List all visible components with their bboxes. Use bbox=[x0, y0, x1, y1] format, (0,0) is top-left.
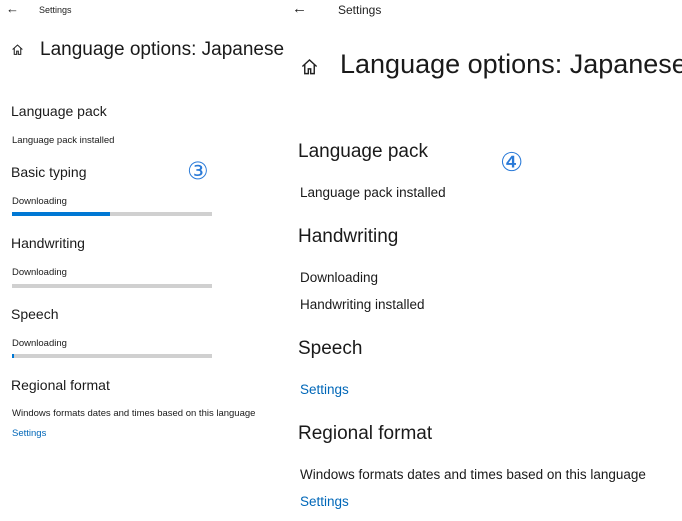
regional-format-description: Windows formats dates and times based on… bbox=[300, 467, 646, 482]
speech-status: Downloading bbox=[12, 338, 67, 349]
regional-format-settings-link[interactable]: Settings bbox=[300, 494, 349, 509]
progress-fill bbox=[12, 354, 14, 358]
progress-fill bbox=[12, 212, 110, 216]
step-marker: ③ bbox=[187, 158, 209, 185]
handwriting-status-installed: Handwriting installed bbox=[300, 297, 425, 312]
handwriting-progress bbox=[12, 284, 212, 288]
language-pack-title: Language pack bbox=[11, 103, 107, 119]
window-title: Settings bbox=[39, 5, 72, 15]
speech-settings-link[interactable]: Settings bbox=[300, 382, 349, 397]
regional-format-description: Windows formats dates and times based on… bbox=[12, 408, 256, 419]
handwriting-status-downloading: Downloading bbox=[300, 270, 379, 285]
back-arrow-icon[interactable]: ← bbox=[6, 1, 19, 16]
basic-typing-title: Basic typing bbox=[11, 164, 87, 180]
home-icon[interactable] bbox=[11, 43, 24, 56]
language-pack-status: Language pack installed bbox=[300, 185, 446, 200]
basic-typing-status: Downloading bbox=[12, 196, 67, 207]
basic-typing-progress bbox=[12, 212, 212, 216]
home-icon[interactable] bbox=[300, 57, 319, 76]
right-settings-window: ← Settings Language options: Japanese La… bbox=[282, 0, 682, 521]
page-title: Language options: Japanese bbox=[340, 49, 682, 79]
back-arrow-icon[interactable]: ← bbox=[292, 0, 307, 17]
handwriting-title: Handwriting bbox=[298, 226, 399, 247]
language-pack-status: Language pack installed bbox=[12, 135, 115, 146]
handwriting-title: Handwriting bbox=[11, 235, 85, 251]
speech-title: Speech bbox=[11, 306, 59, 322]
speech-progress bbox=[12, 354, 212, 358]
language-pack-title: Language pack bbox=[298, 141, 428, 162]
step-marker: ④ bbox=[500, 147, 524, 177]
window-title: Settings bbox=[338, 3, 382, 17]
regional-format-title: Regional format bbox=[298, 423, 433, 444]
page-title: Language options: Japanese bbox=[40, 39, 285, 60]
speech-title: Speech bbox=[298, 338, 363, 359]
regional-format-settings-link[interactable]: Settings bbox=[12, 428, 46, 439]
left-settings-window: ← Settings Language options: Japanese La… bbox=[0, 0, 285, 521]
regional-format-title: Regional format bbox=[11, 377, 110, 393]
handwriting-status: Downloading bbox=[12, 267, 67, 278]
